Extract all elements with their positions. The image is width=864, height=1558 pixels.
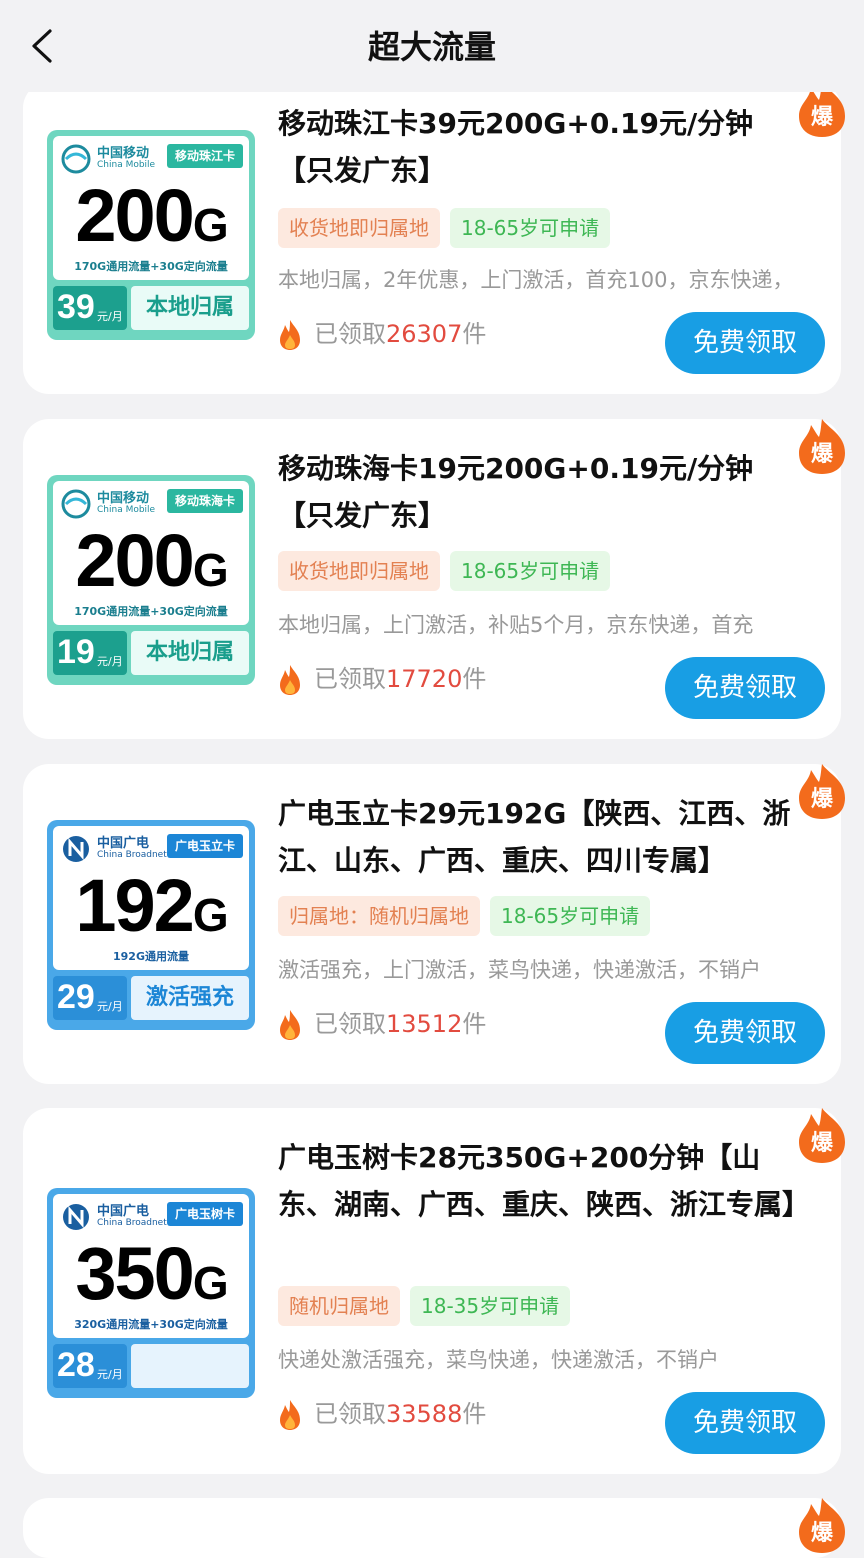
claimed-count: 已领取17720件 <box>278 659 486 695</box>
product-title: 移动珠江卡39元200G+0.19元/分钟【只发广东】 <box>278 107 754 187</box>
claimed-count: 已领取13512件 <box>278 1004 486 1040</box>
card-thumbnail: 中国广电 China Broadnet 广电玉立卡 192G 192G通用流量 … <box>47 820 255 1030</box>
free-claim-button[interactable]: 免费领取 <box>665 1002 825 1064</box>
card-name-tag: 广电玉树卡 <box>166 1202 243 1226</box>
data-amount: 200G <box>75 174 228 257</box>
tag: 18-65岁可申请 <box>490 896 651 936</box>
china-mobile-logo-icon <box>61 144 91 174</box>
brand-name: 中国移动 <box>97 146 150 161</box>
data-amount: 192G <box>75 864 228 947</box>
free-claim-button[interactable]: 免费领取 <box>665 657 825 719</box>
card-thumbnail: 中国广电 China Broadnet 广电玉树卡 350G 320G通用流量+… <box>47 1188 255 1398</box>
thumb-feature: 本地归属 <box>131 631 249 675</box>
brand-name: 中国移动 <box>97 491 150 506</box>
tag: 18-65岁可申请 <box>450 208 611 248</box>
fire-icon <box>280 665 300 695</box>
thumb-feature: 本地归属 <box>131 286 249 330</box>
tag-group: 收货地即归属地 18-65岁可申请 <box>278 208 620 248</box>
tag: 随机归属地 <box>278 1286 400 1326</box>
card-thumbnail: 中国移动 China Mobile 移动珠江卡 200G 170G通用流量+30… <box>47 130 255 340</box>
free-claim-button[interactable]: 免费领取 <box>665 1392 825 1454</box>
hot-fire-icon: 爆 <box>799 1498 845 1553</box>
product-title: 广电玉树卡28元350G+200分钟【山东、湖南、广西、重庆、陕西、浙江专属】 <box>278 1141 811 1221</box>
tag-group: 随机归属地 18-35岁可申请 <box>278 1286 580 1326</box>
brand-name: 中国广电 <box>97 1204 150 1219</box>
fire-icon <box>280 1400 300 1430</box>
fire-icon <box>280 1010 300 1040</box>
tag: 18-65岁可申请 <box>450 551 611 591</box>
brand-name-en: China Mobile <box>97 505 156 515</box>
hot-fire-icon: 爆 <box>799 764 845 819</box>
card-name-tag: 移动珠江卡 <box>166 144 243 168</box>
product-title: 广电玉立卡29元192G【陕西、江西、浙江、山东、广西、重庆、四川专属】 <box>278 797 791 877</box>
tag-group: 收货地即归属地 18-65岁可申请 <box>278 551 620 591</box>
free-claim-button[interactable]: 免费领取 <box>665 312 825 374</box>
svg-text:爆: 爆 <box>811 442 834 467</box>
data-description: 170G通用流量+30G定向流量 <box>74 260 228 273</box>
china-broadnet-logo-icon <box>63 1204 89 1230</box>
fire-icon <box>280 320 300 350</box>
product-card[interactable]: 爆 中国广电 China Broadnet 广电玉树卡 350G 320G通用流… <box>23 1108 845 1474</box>
top-nav-bar: 超大流量 <box>0 0 864 92</box>
brand-name-en: China Broadnet <box>97 1218 167 1228</box>
claimed-count: 已领取33588件 <box>278 1394 486 1430</box>
tag: 18-35岁可申请 <box>410 1286 571 1326</box>
product-description: 本地归属，上门激活，补贴5个月，京东快递，首充 <box>278 613 754 637</box>
product-description: 快递处激活强充，菜鸟快递，快递激活，不销户 <box>278 1348 719 1372</box>
thumb-feature: 激活强充 <box>131 976 249 1020</box>
product-card[interactable]: 爆 中国移动 China Mobile 移动珠海卡 200G 170G通用流量+… <box>23 419 845 739</box>
china-mobile-logo-icon <box>61 489 91 519</box>
hot-fire-icon: 爆 <box>799 1108 845 1163</box>
data-amount: 350G <box>75 1232 228 1315</box>
tag: 收货地即归属地 <box>278 208 440 248</box>
thumb-price: 39 元/月 <box>53 286 127 330</box>
product-card[interactable]: 爆 中国广电 China Broadnet 广电玉立卡 192G 192G通用流… <box>23 764 845 1084</box>
svg-text:爆: 爆 <box>811 105 834 130</box>
data-description: 320G通用流量+30G定向流量 <box>74 1318 228 1331</box>
svg-text:爆: 爆 <box>811 1521 834 1546</box>
product-card-partial[interactable]: 爆 <box>23 1498 845 1558</box>
card-name-tag: 广电玉立卡 <box>166 834 243 858</box>
data-description: 170G通用流量+30G定向流量 <box>74 605 228 618</box>
svg-text:爆: 爆 <box>811 1131 834 1156</box>
product-description: 本地归属，2年优惠，上门激活，首充100，京东快递， <box>278 268 794 292</box>
card-name-tag: 移动珠海卡 <box>166 489 243 513</box>
brand-name: 中国广电 <box>97 836 150 851</box>
product-description: 激活强充，上门激活，菜鸟快递，快递激活，不销户 <box>278 958 761 982</box>
card-thumbnail: 中国移动 China Mobile 移动珠海卡 200G 170G通用流量+30… <box>47 475 255 685</box>
page-title: 超大流量 <box>367 28 496 66</box>
brand-name-en: China Mobile <box>97 160 156 170</box>
tag: 收货地即归属地 <box>278 551 440 591</box>
hot-fire-icon: 爆 <box>799 419 845 474</box>
brand-name-en: China Broadnet <box>97 850 167 860</box>
product-card[interactable]: 爆 中国移动 China Mobile 移动珠江卡 200G 170G通用流量+… <box>23 82 845 394</box>
china-broadnet-logo-icon <box>63 836 89 862</box>
thumb-price: 29 元/月 <box>53 976 127 1020</box>
tag: 归属地：随机归属地 <box>278 896 480 936</box>
data-description: 192G通用流量 <box>113 950 189 963</box>
product-title: 移动珠海卡19元200G+0.19元/分钟【只发广东】 <box>278 452 754 532</box>
thumb-price: 28 元/月 <box>53 1344 127 1388</box>
thumb-price: 19 元/月 <box>53 631 127 675</box>
data-amount: 200G <box>75 519 228 602</box>
svg-text:爆: 爆 <box>811 787 834 812</box>
thumb-feature <box>131 1344 249 1388</box>
claimed-count: 已领取26307件 <box>278 314 486 350</box>
tag-group: 归属地：随机归属地 18-65岁可申请 <box>278 896 660 936</box>
